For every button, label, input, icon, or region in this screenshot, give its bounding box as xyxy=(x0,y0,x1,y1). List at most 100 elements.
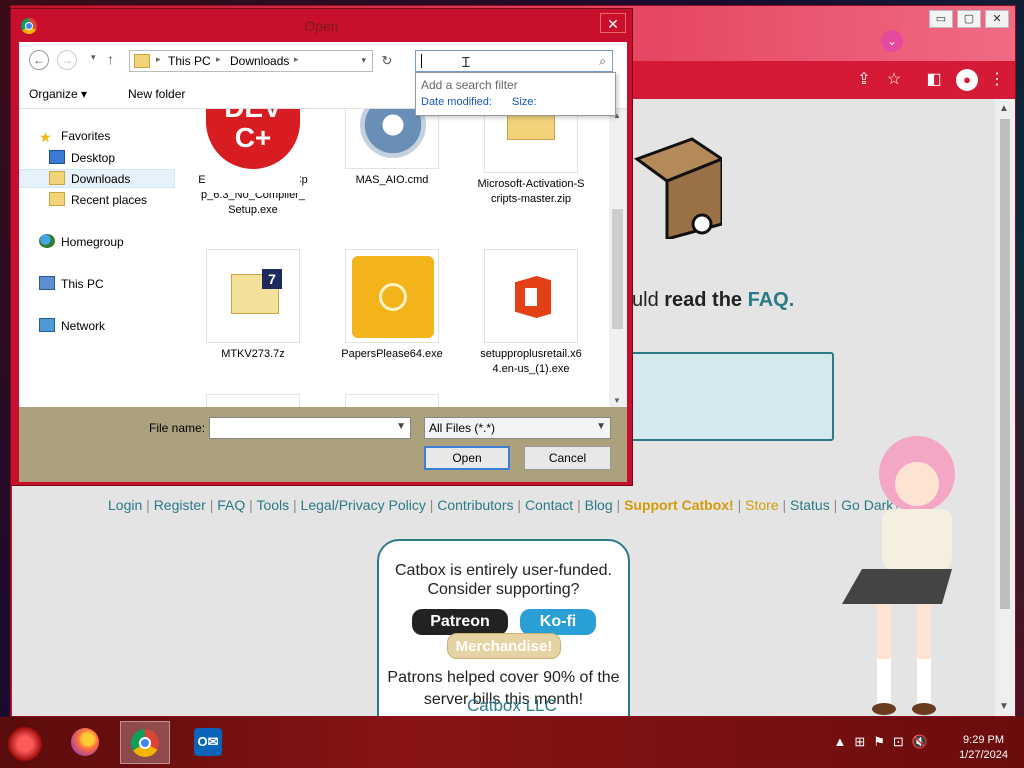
taskbar-firefox[interactable] xyxy=(60,721,110,764)
nav-this-pc[interactable]: This PC xyxy=(39,276,104,291)
login-link[interactable]: Login xyxy=(108,497,142,513)
tools-link[interactable]: Tools xyxy=(256,497,289,513)
address-dropdown-icon[interactable]: ▾ xyxy=(361,55,366,66)
nav-recent-places[interactable]: Recent places xyxy=(49,192,147,207)
faq-prefix: uld xyxy=(632,289,665,311)
file-type-value: All Files (*.*) xyxy=(429,421,496,435)
menu-kebab-icon[interactable]: ⋮ xyxy=(986,69,1008,91)
organize-button[interactable]: Organize ▾ xyxy=(29,87,87,101)
dialog-client: ← → ▾ ↑ ▸ This PC ▸ Downloads ▸ ▾ ↻ Ɪ ⌕ … xyxy=(19,42,627,482)
blog-link[interactable]: Blog xyxy=(585,497,613,513)
file-item[interactable]: Microsoft-Activation-Scripts-master.zip xyxy=(476,109,586,207)
system-tray: ▲ ⊞ ⚑ ⊡ 🔇 xyxy=(833,734,928,750)
text-caret xyxy=(421,54,422,68)
network-tray-icon[interactable]: ⊡ xyxy=(893,734,904,750)
address-bar[interactable]: ▸ This PC ▸ Downloads ▸ ▾ xyxy=(129,50,373,72)
star-icon: ★ xyxy=(39,129,52,145)
filter-size[interactable]: Size: xyxy=(512,96,536,108)
window-controls: ▭ ▢ ✕ xyxy=(929,10,1009,28)
chevron-down-icon[interactable]: ▼ xyxy=(596,421,606,432)
search-input[interactable]: Ɪ ⌕ xyxy=(415,50,613,72)
homegroup-icon xyxy=(39,234,55,248)
store-link[interactable]: Store xyxy=(745,497,778,513)
chevron-down-icon[interactable]: ▼ xyxy=(396,421,406,432)
filter-date-modified[interactable]: Date modified: xyxy=(421,96,492,108)
taskbar: O✉ ▲ ⊞ ⚑ ⊡ 🔇 9:29 PM 1/27/2024 xyxy=(0,717,1024,768)
close-window-button[interactable]: ✕ xyxy=(985,10,1009,28)
anime-mascot-image xyxy=(842,436,955,715)
file-item[interactable]: 7 MTKV273.7z xyxy=(198,249,308,362)
up-folder-button[interactable]: ↑ xyxy=(107,51,114,67)
search-icon[interactable]: ⌕ xyxy=(599,54,606,69)
profile-avatar-icon[interactable]: ● xyxy=(956,69,978,91)
dialog-close-button[interactable]: ✕ xyxy=(600,13,626,33)
back-button[interactable]: ← xyxy=(29,50,49,70)
open-button[interactable]: Open xyxy=(424,446,510,470)
file-type-select[interactable]: All Files (*.*) ▼ xyxy=(424,417,611,439)
nav-homegroup[interactable]: Homegroup xyxy=(39,234,124,249)
new-folder-button[interactable]: New folder xyxy=(128,87,185,101)
scroll-down-arrow-icon[interactable]: ▼ xyxy=(999,701,1009,712)
nav-downloads[interactable]: Downloads xyxy=(19,169,175,188)
search-filter-dropdown: Add a search filter Date modified: Size: xyxy=(415,72,616,116)
taskbar-clock[interactable]: 9:29 PM 1/27/2024 xyxy=(959,733,1008,763)
file-item[interactable]: PapersPlease64.exe xyxy=(337,249,447,362)
breadcrumb-this-pc[interactable]: This PC xyxy=(168,54,211,68)
breadcrumb-separator: ▸ xyxy=(156,54,161,64)
bookmark-star-icon[interactable]: ☆ xyxy=(883,69,905,91)
kofi-button[interactable]: Ko-fi xyxy=(520,609,596,635)
devcpp-icon: DEV C+ xyxy=(206,109,300,169)
taskbar-chrome[interactable] xyxy=(120,721,170,764)
7z-badge: 7 xyxy=(262,269,282,289)
register-link[interactable]: Register xyxy=(154,497,206,513)
maximize-button[interactable]: ▢ xyxy=(957,10,981,28)
share-icon[interactable]: ⇪ xyxy=(853,69,875,91)
ibeam-cursor-icon: Ɪ xyxy=(462,54,470,70)
forward-button[interactable]: → xyxy=(57,50,77,70)
file-name-input[interactable]: ▼ xyxy=(209,417,411,439)
scroll-down-arrow-icon[interactable]: ▼ xyxy=(613,396,621,405)
breadcrumb-downloads[interactable]: Downloads xyxy=(230,54,289,68)
scroll-thumb[interactable] xyxy=(1000,119,1010,609)
contributors-link[interactable]: Contributors xyxy=(437,497,513,513)
recent-locations-dropdown[interactable]: ▾ xyxy=(91,52,96,63)
dialog-titlebar[interactable]: Open ✕ xyxy=(11,9,632,41)
cancel-button[interactable]: Cancel xyxy=(524,446,611,470)
show-hidden-icons-icon[interactable]: ▲ xyxy=(833,734,846,750)
file-item[interactable] xyxy=(198,394,308,407)
file-name-label: File name: xyxy=(149,421,206,435)
tray-app-icon[interactable]: ⊞ xyxy=(854,734,865,750)
volume-muted-icon[interactable]: 🔇 xyxy=(912,734,928,750)
profile-chevron-icon[interactable]: ⌄ xyxy=(881,30,903,52)
contact-link[interactable]: Contact xyxy=(525,497,573,513)
sidepanel-icon[interactable]: ◧ xyxy=(923,69,945,91)
scroll-thumb[interactable] xyxy=(612,209,623,329)
file-item[interactable]: DEV C+ Embarcadero_Dev-Cpp_6.3_No_Compil… xyxy=(198,109,308,218)
page-scrollbar[interactable]: ▲ ▼ xyxy=(995,99,1015,716)
file-item[interactable]: MAS_AIO.cmd xyxy=(337,109,447,188)
desktop-icon xyxy=(49,150,65,164)
file-item[interactable]: setupproplusretail.x64.en-us_(1).exe xyxy=(476,249,586,377)
minimize-button[interactable]: ▭ xyxy=(929,10,953,28)
faq-footer-link[interactable]: FAQ xyxy=(217,497,245,513)
taskbar-outlook[interactable]: O✉ xyxy=(183,721,233,764)
file-name: MTKV273.7z xyxy=(221,348,285,360)
refresh-button[interactable]: ↻ xyxy=(377,50,397,72)
nav-favorites[interactable]: ★ Favorites xyxy=(39,129,110,144)
support-catbox-link[interactable]: Support Catbox! xyxy=(624,497,734,513)
papers-please-icon xyxy=(352,256,434,338)
start-button[interactable] xyxy=(8,727,42,761)
nav-network[interactable]: Network xyxy=(39,318,105,333)
upload-dropzone[interactable] xyxy=(627,352,834,441)
action-center-flag-icon[interactable]: ⚑ xyxy=(873,734,885,750)
file-item[interactable] xyxy=(337,394,447,407)
scroll-up-arrow-icon[interactable]: ▲ xyxy=(999,103,1009,114)
file-name: MAS_AIO.cmd xyxy=(355,174,429,186)
faq-link[interactable]: FAQ. xyxy=(748,289,795,311)
merchandise-button[interactable]: Merchandise! xyxy=(447,633,561,659)
nav-desktop[interactable]: Desktop xyxy=(49,150,115,165)
patrons-line-1: Patrons helped cover 90% of the xyxy=(387,669,620,686)
patreon-button[interactable]: Patreon xyxy=(412,609,508,635)
legal-privacy-link[interactable]: Legal/Privacy Policy xyxy=(301,497,426,513)
file-list-scrollbar[interactable]: ▲ ▼ xyxy=(609,109,627,407)
